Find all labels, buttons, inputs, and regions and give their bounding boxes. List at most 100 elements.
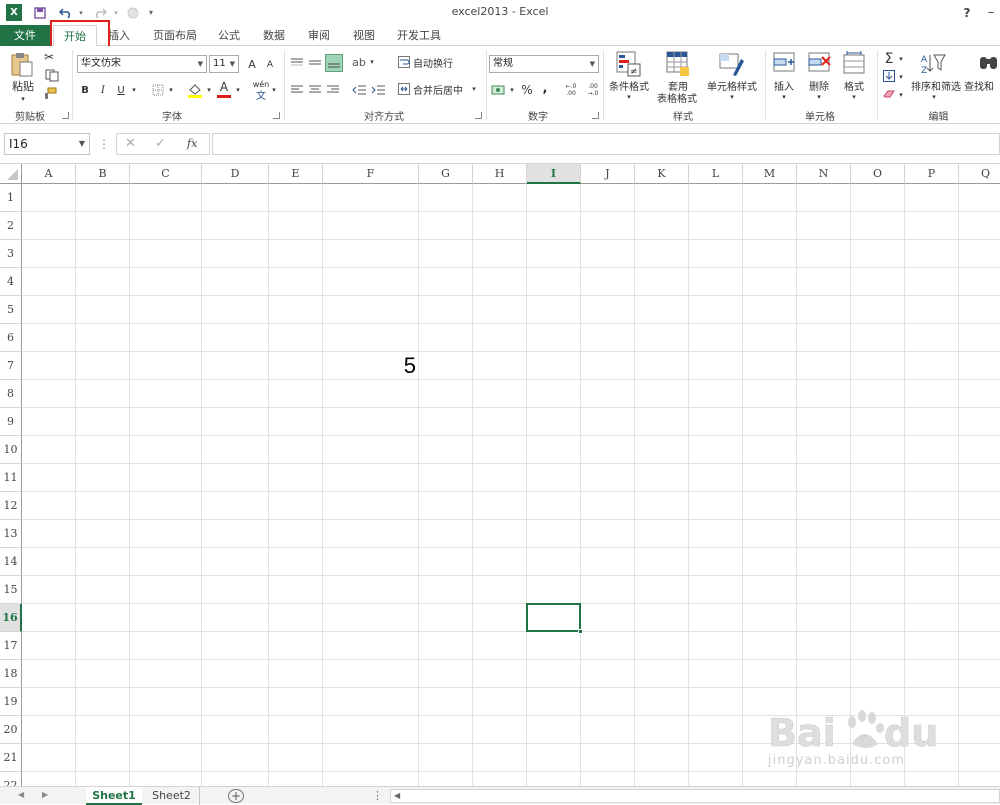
insert-cells-icon[interactable] bbox=[773, 51, 797, 77]
column-header-f[interactable]: F bbox=[323, 164, 419, 184]
increase-decimal-button[interactable]: ←.0 .00 bbox=[560, 82, 582, 98]
name-box[interactable]: I16 ▼ bbox=[4, 133, 90, 155]
row-header-10[interactable]: 10 bbox=[0, 436, 22, 464]
shrink-font-icon[interactable]: A bbox=[263, 57, 277, 73]
comma-button[interactable]: , bbox=[539, 80, 551, 96]
row-header-21[interactable]: 21 bbox=[0, 744, 22, 772]
row-header-12[interactable]: 12 bbox=[0, 492, 22, 520]
row-header-4[interactable]: 4 bbox=[0, 268, 22, 296]
column-header-n[interactable]: N bbox=[797, 164, 851, 184]
enter-icon[interactable]: ✓ bbox=[155, 136, 166, 151]
bold-button[interactable]: B bbox=[78, 82, 92, 98]
format-cells-button[interactable]: 格式 bbox=[841, 79, 867, 93]
worksheet-grid[interactable]: ABCDEFGHIJKLMNOPQ 1 2 3 4 5 6 7 8 9 10 11 12 13 14 15 1… bbox=[0, 164, 1000, 786]
sort-filter-icon[interactable]: AZ bbox=[920, 51, 946, 77]
column-header-d[interactable]: D bbox=[202, 164, 269, 184]
row-header-15[interactable]: 15 bbox=[0, 576, 22, 604]
autosum-icon[interactable]: Σ bbox=[882, 51, 896, 67]
row-header-14[interactable]: 14 bbox=[0, 548, 22, 576]
column-header-h[interactable]: H bbox=[473, 164, 527, 184]
formula-input[interactable] bbox=[212, 133, 1000, 155]
insert-cells-button[interactable]: 插入 bbox=[771, 79, 797, 93]
cancel-icon[interactable]: ✕ bbox=[125, 136, 136, 151]
select-all-corner[interactable] bbox=[0, 164, 22, 184]
format-as-table-icon[interactable] bbox=[666, 51, 690, 77]
find-select-button[interactable]: 查找和 bbox=[964, 79, 1000, 93]
tab-file[interactable]: 文件 bbox=[0, 25, 50, 46]
format-cells-icon[interactable] bbox=[843, 51, 867, 77]
insert-function-icon[interactable]: fx bbox=[187, 137, 197, 150]
column-header-j[interactable]: J bbox=[581, 164, 635, 184]
row-header-13[interactable]: 13 bbox=[0, 520, 22, 548]
orientation-icon[interactable]: ab bbox=[351, 54, 367, 70]
underline-dropdown-icon[interactable]: ▾ bbox=[129, 82, 139, 98]
tab-page-layout[interactable]: 页面布局 bbox=[143, 25, 207, 46]
tab-review[interactable]: 审阅 bbox=[300, 25, 338, 46]
column-header-g[interactable]: G bbox=[419, 164, 473, 184]
paste-icon[interactable] bbox=[10, 52, 34, 78]
scroll-sheets-right-icon[interactable]: ▶ bbox=[42, 790, 52, 802]
decrease-decimal-button[interactable]: .00 →.0 bbox=[582, 82, 604, 98]
horizontal-scrollbar[interactable]: ◀ bbox=[390, 789, 1000, 803]
tab-view[interactable]: 视图 bbox=[345, 25, 383, 46]
format-as-table-line2[interactable]: 表格格式 bbox=[653, 91, 701, 105]
delete-cells-icon[interactable] bbox=[808, 51, 832, 77]
fill-handle[interactable] bbox=[578, 629, 583, 634]
accounting-icon[interactable] bbox=[490, 82, 508, 98]
help-icon[interactable]: ? bbox=[960, 4, 974, 21]
find-select-icon[interactable] bbox=[978, 51, 1000, 77]
conditional-format-dropdown-icon[interactable]: ▾ bbox=[624, 92, 634, 102]
minimize-icon[interactable]: – bbox=[984, 4, 998, 21]
font-color-icon[interactable]: A bbox=[216, 79, 232, 95]
tab-formulas[interactable]: 公式 bbox=[210, 25, 248, 46]
conditional-format-icon[interactable]: ≠ bbox=[616, 51, 642, 77]
alignment-launcher-icon[interactable] bbox=[475, 112, 482, 119]
column-header-c[interactable]: C bbox=[130, 164, 202, 184]
clear-dropdown-icon[interactable]: ▾ bbox=[897, 88, 905, 102]
paste-dropdown-icon[interactable]: ▾ bbox=[16, 94, 30, 104]
scroll-left-icon[interactable]: ◀ bbox=[394, 791, 400, 800]
increase-indent-icon[interactable] bbox=[370, 82, 386, 98]
paste-button[interactable]: 粘贴 bbox=[8, 79, 38, 93]
decrease-indent-icon[interactable] bbox=[351, 82, 367, 98]
borders-icon[interactable] bbox=[150, 83, 166, 97]
row-header-17[interactable]: 17 bbox=[0, 632, 22, 660]
delete-dropdown-icon[interactable]: ▾ bbox=[814, 92, 824, 102]
cell-styles-icon[interactable] bbox=[719, 51, 745, 77]
font-launcher-icon[interactable] bbox=[273, 112, 280, 119]
name-box-dropdown-icon[interactable]: ▼ bbox=[79, 134, 85, 154]
format-painter-icon[interactable] bbox=[42, 86, 58, 100]
row-header-16[interactable]: 16 bbox=[0, 604, 22, 632]
fill-color-icon[interactable] bbox=[186, 81, 204, 99]
fill-dropdown-icon[interactable]: ▾ bbox=[897, 70, 905, 84]
merge-dropdown-icon[interactable]: ▾ bbox=[470, 82, 478, 96]
merge-center-button[interactable]: 合并后居中 bbox=[413, 82, 469, 97]
row-header-22[interactable]: 22 bbox=[0, 772, 22, 786]
row-header-20[interactable]: 20 bbox=[0, 716, 22, 744]
italic-button[interactable]: I bbox=[96, 82, 110, 98]
tab-developer[interactable]: 开发工具 bbox=[390, 25, 448, 46]
sheet-tab-sheet1[interactable]: Sheet1 bbox=[86, 787, 142, 805]
row-header-1[interactable]: 1 bbox=[0, 184, 22, 212]
column-header-p[interactable]: P bbox=[905, 164, 959, 184]
grow-font-icon[interactable]: A bbox=[245, 56, 259, 72]
format-dropdown-icon[interactable]: ▾ bbox=[849, 92, 859, 102]
number-format-select[interactable]: 常规 ▼ bbox=[489, 55, 599, 73]
tab-splitter-icon[interactable]: ⋮ bbox=[372, 789, 383, 803]
wrap-text-button[interactable]: 自动换行 bbox=[413, 55, 459, 70]
row-header-8[interactable]: 8 bbox=[0, 380, 22, 408]
fill-color-dropdown-icon[interactable]: ▾ bbox=[204, 82, 214, 98]
column-header-l[interactable]: L bbox=[689, 164, 743, 184]
cut-icon[interactable]: ✂ bbox=[42, 50, 56, 64]
accounting-dropdown-icon[interactable]: ▾ bbox=[508, 82, 516, 98]
row-header-9[interactable]: 9 bbox=[0, 408, 22, 436]
column-header-m[interactable]: M bbox=[743, 164, 797, 184]
orientation-dropdown-icon[interactable]: ▾ bbox=[368, 54, 376, 70]
column-header-q[interactable]: Q bbox=[959, 164, 1000, 184]
column-header-o[interactable]: O bbox=[851, 164, 905, 184]
autosum-dropdown-icon[interactable]: ▾ bbox=[897, 52, 905, 66]
cell-styles-button[interactable]: 单元格样式 bbox=[705, 79, 759, 93]
font-size-select[interactable]: 11 ▼ bbox=[209, 55, 239, 73]
align-right-icon[interactable] bbox=[325, 82, 341, 98]
align-top-icon[interactable] bbox=[289, 55, 305, 71]
